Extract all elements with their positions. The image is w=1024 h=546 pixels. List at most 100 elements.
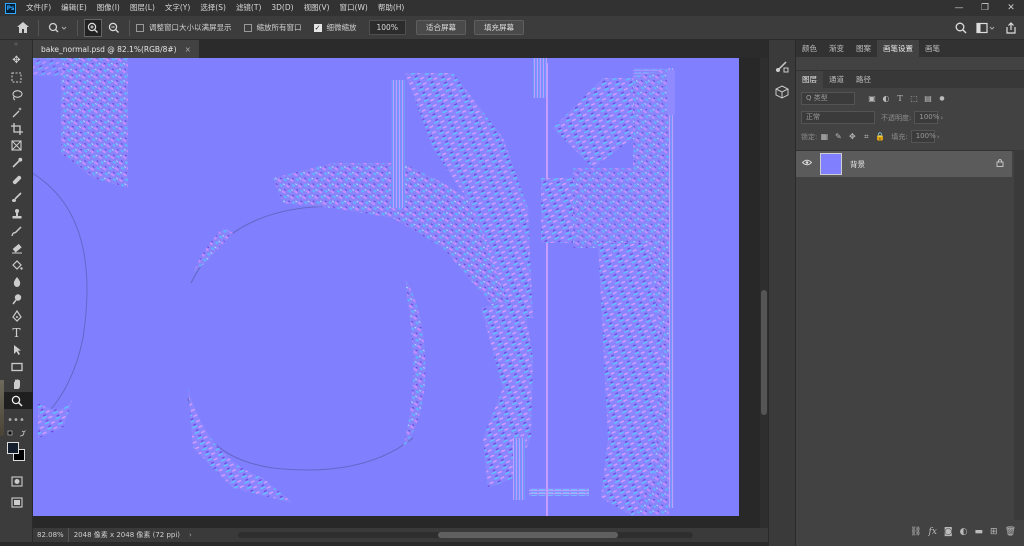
close-window-button[interactable]: ✕ — [998, 0, 1024, 16]
new-group-icon[interactable]: ▬ — [975, 527, 984, 537]
menu-item-select[interactable]: 选择(S) — [195, 0, 231, 16]
lasso-tool-icon[interactable] — [0, 86, 33, 103]
color-swatches[interactable] — [0, 439, 32, 467]
minimize-button[interactable]: — — [946, 0, 972, 16]
tab-gradient[interactable]: 渐变 — [823, 40, 850, 57]
menu-item-edit[interactable]: 编辑(E) — [56, 0, 92, 16]
lock-artboard-icon[interactable]: ⌗ — [859, 132, 873, 142]
filter-adjustment-icon[interactable]: ◐ — [879, 94, 893, 103]
pen-tool-icon[interactable] — [0, 307, 33, 324]
blur-tool-icon[interactable] — [0, 273, 33, 290]
opacity-field[interactable]: 100% — [914, 111, 939, 124]
filter-toggle-icon[interactable]: ● — [935, 95, 949, 102]
status-zoom[interactable]: 82.08% — [33, 528, 69, 542]
eraser-tool-icon[interactable] — [0, 239, 33, 256]
link-layers-icon[interactable]: ⛓ — [910, 527, 921, 537]
layer-row[interactable]: 背景 — [796, 151, 1012, 177]
history-brush-tool-icon[interactable] — [0, 222, 33, 239]
zoom-tool-icon[interactable] — [0, 392, 33, 409]
menu-item-type[interactable]: 文字(Y) — [160, 0, 195, 16]
vertical-scrollbar[interactable] — [760, 58, 768, 528]
lock-position-icon[interactable]: ✥ — [845, 132, 859, 141]
menu-item-image[interactable]: 图像(I) — [92, 0, 125, 16]
brush-tool-icon[interactable] — [0, 188, 33, 205]
quick-mask-icon[interactable] — [0, 473, 33, 490]
tab-layers[interactable]: 图层 — [796, 71, 823, 88]
lock-all-icon[interactable]: 🔒 — [873, 132, 887, 141]
move-tool-icon[interactable]: ✥ — [0, 52, 33, 69]
fill-arrow-icon[interactable]: › — [937, 133, 940, 141]
layers-scrollbar[interactable] — [1014, 150, 1024, 520]
lock-image-icon[interactable]: ✎ — [831, 132, 845, 141]
fill-screen-button[interactable]: 填充屏幕 — [473, 20, 524, 35]
zoom-out-icon[interactable] — [105, 19, 123, 37]
paint-bucket-tool-icon[interactable] — [0, 256, 33, 273]
visibility-eye-icon[interactable] — [796, 159, 818, 169]
more-tools-icon[interactable]: ••• — [0, 415, 32, 429]
rectangle-tool-icon[interactable] — [0, 358, 33, 375]
document-canvas[interactable] — [33, 58, 739, 516]
frame-tool-icon[interactable] — [0, 137, 33, 154]
scrubby-zoom-checkbox[interactable]: ✓ 细微缩放 — [313, 22, 357, 33]
scrollbar-thumb[interactable] — [761, 290, 767, 415]
tab-channels[interactable]: 通道 — [823, 71, 850, 88]
layer-filter-select[interactable]: Q 类型 — [801, 91, 855, 105]
crop-tool-icon[interactable] — [0, 120, 33, 137]
tab-color[interactable]: 颜色 — [796, 40, 823, 57]
menu-item-help[interactable]: 帮助(H) — [373, 0, 410, 16]
path-selection-tool-icon[interactable] — [0, 341, 33, 358]
tab-brush-settings[interactable]: 画笔设置 — [877, 40, 919, 57]
workspace-icon[interactable] — [974, 19, 998, 37]
zoom-percent-field[interactable]: 100% — [368, 20, 406, 35]
fit-screen-button[interactable]: 适合屏幕 — [415, 20, 466, 35]
fill-field[interactable]: 100% — [910, 130, 936, 143]
hand-tool-icon[interactable] — [0, 375, 33, 392]
document-tab[interactable]: bake_normal.psd @ 82.1%(RGB/8#) × — [33, 40, 199, 58]
new-layer-icon[interactable]: ⊞ — [990, 527, 998, 537]
share-icon[interactable] — [1002, 19, 1020, 37]
screen-mode-icon[interactable] — [0, 494, 33, 511]
menu-item-layer[interactable]: 图层(L) — [125, 0, 160, 16]
filter-shape-icon[interactable]: ⬚ — [907, 94, 921, 103]
canvas-area[interactable] — [33, 58, 760, 528]
healing-brush-tool-icon[interactable] — [0, 171, 33, 188]
close-tab-icon[interactable]: × — [185, 45, 191, 54]
layer-name[interactable]: 背景 — [850, 159, 865, 170]
magic-wand-tool-icon[interactable] — [0, 103, 33, 120]
eyedropper-tool-icon[interactable] — [0, 154, 33, 171]
filter-pixel-icon[interactable]: ▣ — [865, 94, 879, 103]
tab-paths[interactable]: 路径 — [850, 71, 877, 88]
adjustment-layer-icon[interactable]: ◐ — [960, 527, 968, 537]
opacity-arrow-icon[interactable]: › — [940, 114, 943, 122]
brush-settings-panel-icon[interactable] — [771, 56, 793, 76]
tab-patterns[interactable]: 图案 — [850, 40, 877, 57]
lock-transparent-icon[interactable]: ▦ — [817, 132, 831, 141]
foreground-color-swatch[interactable] — [7, 442, 19, 454]
horizontal-scrollbar[interactable] — [238, 532, 693, 538]
marquee-tool-icon[interactable] — [0, 69, 33, 86]
delete-layer-icon[interactable]: 🗑 — [1005, 527, 1016, 537]
tab-brushes[interactable]: 画笔 — [919, 40, 946, 57]
clone-stamp-tool-icon[interactable] — [0, 205, 33, 222]
menu-item-view[interactable]: 视图(V) — [299, 0, 335, 16]
add-mask-icon[interactable]: ◙ — [944, 527, 953, 537]
scrollbar-thumb[interactable] — [438, 532, 618, 538]
photoshop-logo-icon[interactable]: Ps — [5, 2, 16, 14]
zoom-all-windows-checkbox[interactable]: 缩放所有窗口 — [243, 22, 302, 33]
filter-type-icon[interactable]: T — [893, 94, 907, 103]
panel-grip-icon[interactable]: » — [0, 40, 32, 52]
menu-item-3d[interactable]: 3D(D) — [266, 0, 298, 16]
layer-thumbnail[interactable] — [820, 153, 842, 175]
resize-windows-checkbox[interactable]: 调整窗口大小以满屏显示 — [136, 22, 232, 33]
menu-item-window[interactable]: 窗口(W) — [335, 0, 373, 16]
type-tool-icon[interactable]: T — [0, 324, 33, 341]
restore-button[interactable]: ❐ — [972, 0, 998, 16]
search-icon[interactable] — [952, 19, 970, 37]
menu-item-file[interactable]: 文件(F) — [21, 0, 56, 16]
blend-mode-select[interactable]: 正常 — [801, 111, 875, 124]
zoom-in-icon[interactable] — [84, 18, 102, 37]
filter-smart-object-icon[interactable]: ▤ — [921, 94, 935, 103]
3d-panel-icon[interactable] — [771, 82, 793, 102]
status-menu-arrow-icon[interactable]: › — [189, 531, 192, 539]
menu-item-filter[interactable]: 滤镜(T) — [231, 0, 266, 16]
